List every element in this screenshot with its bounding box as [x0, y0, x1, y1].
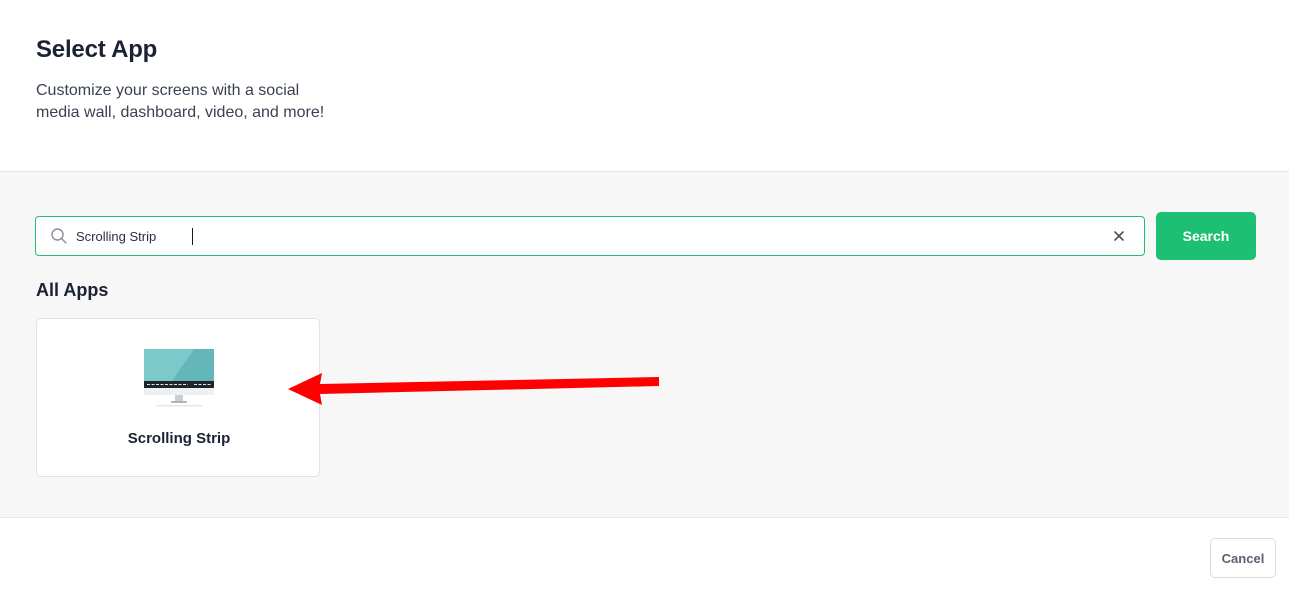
page-subtitle: Customize your screens with a social med…	[36, 82, 325, 121]
app-card-title: Scrolling Strip	[127, 430, 231, 447]
section-title-all-apps: All Apps	[36, 280, 109, 300]
text-caret	[192, 228, 193, 245]
monitor-icon	[142, 347, 216, 409]
app-picker-body: Search All Apps Scrolling Strip	[0, 172, 1289, 518]
modal-header: Select App Customize your screens with a…	[0, 0, 1289, 172]
close-icon[interactable]	[1110, 227, 1128, 245]
page-title: Select App	[36, 36, 158, 63]
modal-footer: Cancel	[0, 519, 1289, 594]
search-icon	[50, 227, 68, 245]
search-field[interactable]	[35, 216, 1145, 256]
search-button[interactable]: Search	[1156, 212, 1256, 260]
cancel-button[interactable]: Cancel	[1210, 538, 1276, 578]
app-card-scrolling-strip[interactable]: Scrolling Strip	[36, 318, 320, 477]
search-input[interactable]	[76, 217, 1096, 255]
